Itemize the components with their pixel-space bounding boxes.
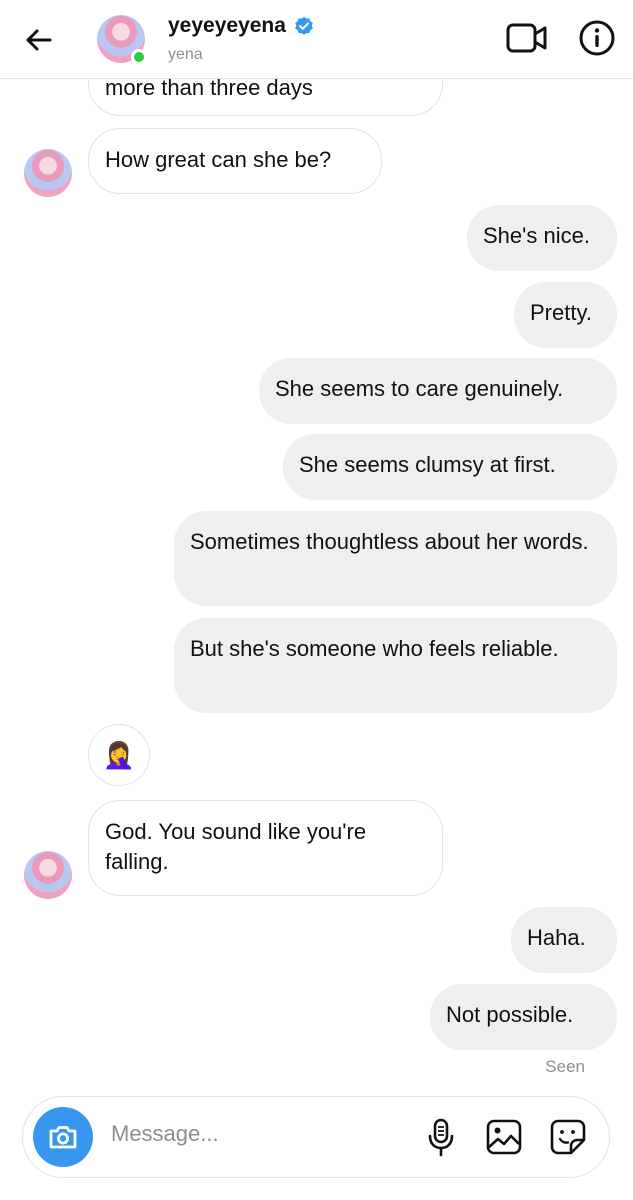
gallery-button[interactable] — [485, 1118, 523, 1156]
sender-avatar[interactable] — [24, 851, 72, 899]
info-button[interactable] — [578, 19, 616, 57]
message-bubble-outgoing[interactable]: She seems to care genuinely. — [259, 358, 617, 424]
message-text: Haha. — [527, 925, 586, 950]
message-bubble-outgoing[interactable]: She's nice. — [467, 205, 617, 271]
message-bubble-incoming[interactable]: How great can she be? — [88, 128, 382, 194]
profile-avatar[interactable] — [97, 15, 147, 65]
camera-icon — [49, 1126, 77, 1149]
sender-avatar[interactable] — [24, 149, 72, 197]
message-text: But she's someone who feels reliable. — [190, 636, 559, 661]
message-text: Sometimes thoughtless about her words. — [190, 529, 589, 554]
microphone-icon — [428, 1118, 454, 1157]
message-input[interactable] — [111, 1121, 411, 1147]
emoji-message-bubble[interactable]: 🤦‍♀️ — [88, 724, 150, 786]
sticker-button[interactable] — [549, 1118, 587, 1156]
chat-header: yeyeyeyena yena — [0, 0, 633, 79]
message-bubble-outgoing[interactable]: Pretty. — [514, 282, 617, 348]
message-text: Not possible. — [446, 1002, 574, 1027]
info-icon — [579, 20, 615, 56]
video-call-button[interactable] — [505, 20, 549, 56]
message-composer — [22, 1096, 610, 1178]
message-text: She's nice. — [483, 223, 590, 248]
message-text: She seems clumsy at first. — [299, 452, 556, 477]
profile-subtitle: yena — [168, 46, 203, 63]
message-bubble-outgoing[interactable]: Not possible. — [430, 984, 617, 1050]
verified-badge-icon — [295, 16, 313, 35]
message-text: Pretty. — [530, 300, 592, 325]
message-text: How great can she be? — [105, 147, 332, 172]
online-indicator — [131, 49, 147, 65]
username: yeyeyeyena — [168, 14, 286, 37]
message-text: God. You sound like you're falling. — [105, 819, 367, 874]
message-text: She seems to care genuinely. — [275, 376, 564, 401]
message-bubble-outgoing[interactable]: But she's someone who feels reliable. — [174, 618, 617, 713]
message-bubble-outgoing[interactable]: Sometimes thoughtless about her words. — [174, 511, 617, 606]
message-bubble-outgoing[interactable]: Haha. — [511, 907, 617, 973]
voice-message-button[interactable] — [425, 1117, 457, 1157]
message-bubble-incoming[interactable]: God. You sound like you're falling. — [88, 800, 443, 896]
back-button[interactable] — [20, 20, 60, 60]
sticker-icon — [550, 1119, 586, 1155]
profile-name-row[interactable]: yeyeyeyena — [168, 14, 314, 38]
emoji-text: 🤦‍♀️ — [102, 739, 136, 770]
camera-button[interactable] — [33, 1107, 93, 1167]
seen-status: Seen — [545, 1057, 585, 1076]
back-arrow-icon — [26, 29, 52, 51]
gallery-icon — [486, 1119, 522, 1155]
video-call-icon — [506, 23, 547, 53]
message-bubble-outgoing[interactable]: She seems clumsy at first. — [283, 434, 617, 500]
